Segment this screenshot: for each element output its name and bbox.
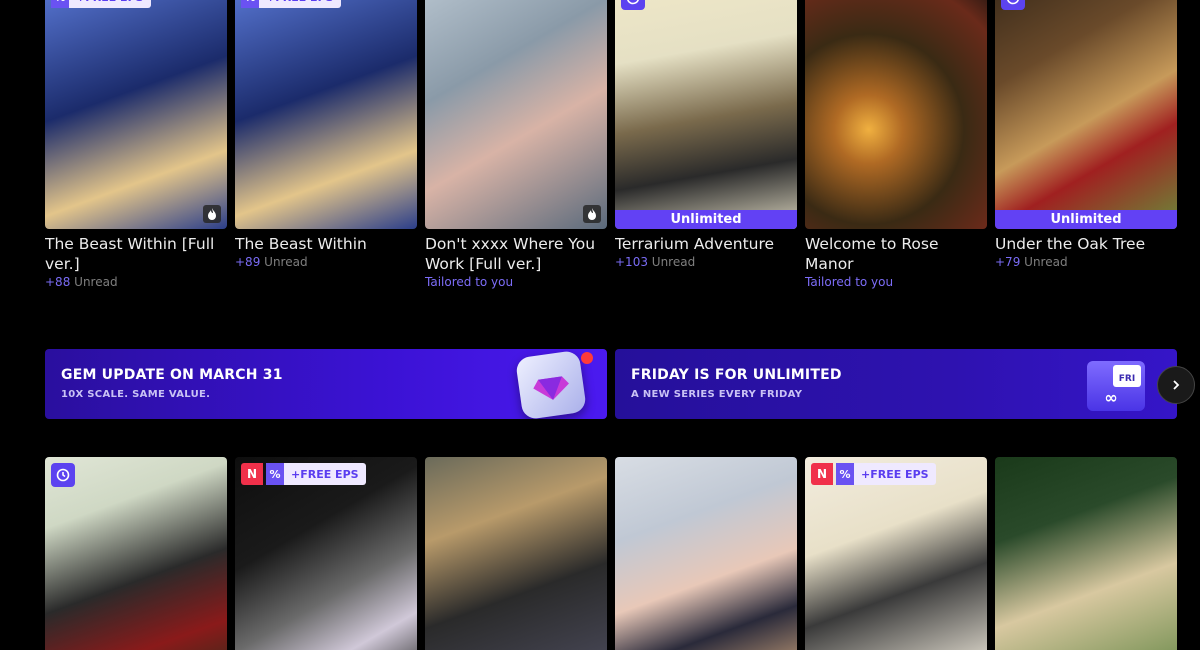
series-cover[interactable]: Unlimited: [995, 0, 1177, 229]
series-title[interactable]: Terrarium Adventure: [615, 234, 797, 254]
series-cover[interactable]: [805, 0, 987, 229]
unlimited-badge: Unlimited: [995, 210, 1177, 229]
banner-subtitle: 10X SCALE. SAME VALUE.: [61, 389, 211, 400]
series-cover[interactable]: [425, 0, 607, 229]
badge-group: % +FREE EPS: [241, 0, 341, 8]
discount-icon: %: [51, 0, 69, 8]
series-card[interactable]: % +FREE EPS The Beast Within [Full ver.]…: [45, 0, 227, 290]
fire-icon: [203, 205, 221, 223]
notification-dot: [581, 352, 593, 364]
series-card[interactable]: [615, 457, 797, 650]
free-eps-badge: +FREE EPS: [854, 463, 936, 485]
infinity-icon: ∞: [1104, 388, 1117, 407]
series-title[interactable]: Don't xxxx Where You Work [Full ver.]: [425, 234, 607, 274]
badge-group: % +FREE EPS: [51, 0, 151, 8]
series-title[interactable]: The Beast Within: [235, 234, 417, 254]
banner-title: GEM UPDATE ON MARCH 31: [61, 367, 283, 383]
free-eps-badge: +FREE EPS: [284, 463, 366, 485]
free-eps-badge: +FREE EPS: [259, 0, 341, 8]
series-title[interactable]: The Beast Within [Full ver.]: [45, 234, 227, 274]
series-cover[interactable]: [615, 457, 797, 650]
series-card[interactable]: [45, 457, 227, 650]
unread-count: +79 Unread: [995, 255, 1068, 269]
series-cover[interactable]: [995, 457, 1177, 650]
series-card[interactable]: [995, 457, 1177, 650]
unread-count: +89 Unread: [235, 255, 308, 269]
discount-icon: %: [836, 463, 854, 485]
series-row-bottom: N % +FREE EPS N % +FREE EPS: [45, 457, 1177, 650]
series-cover[interactable]: % +FREE EPS: [45, 0, 227, 229]
badge-group: [621, 0, 645, 10]
friday-unlimited-banner[interactable]: FRIDAY IS FOR UNLIMITED A NEW SERIES EVE…: [615, 349, 1177, 419]
unread-count: +88 Unread: [45, 275, 118, 289]
series-card[interactable]: N % +FREE EPS: [805, 457, 987, 650]
series-cover[interactable]: [425, 457, 607, 650]
gem-icon: [514, 349, 588, 419]
discount-icon: %: [241, 0, 259, 8]
unlimited-badge: Unlimited: [615, 210, 797, 229]
badge-group: N % +FREE EPS: [241, 463, 366, 485]
clock-icon: [621, 0, 645, 10]
series-cover[interactable]: N % +FREE EPS: [805, 457, 987, 650]
series-row-top: % +FREE EPS The Beast Within [Full ver.]…: [45, 0, 1177, 290]
series-title[interactable]: Under the Oak Tree: [995, 234, 1177, 254]
series-card[interactable]: Welcome to Rose Manor Tailored to you: [805, 0, 987, 290]
tailored-tag: Tailored to you: [425, 275, 514, 289]
free-eps-badge: +FREE EPS: [69, 0, 151, 8]
fire-icon: [583, 205, 601, 223]
tailored-tag: Tailored to you: [805, 275, 894, 289]
clock-icon: [1001, 0, 1025, 10]
series-cover[interactable]: Unlimited: [615, 0, 797, 229]
series-cover[interactable]: [45, 457, 227, 650]
series-cover[interactable]: % +FREE EPS: [235, 0, 417, 229]
series-card[interactable]: % +FREE EPS The Beast Within +89 Unread: [235, 0, 417, 290]
series-card[interactable]: Unlimited Under the Oak Tree +79 Unread: [995, 0, 1177, 290]
discount-icon: %: [266, 463, 284, 485]
badge-group: [51, 463, 75, 487]
carousel-next-button[interactable]: [1157, 366, 1195, 404]
chevron-right-icon: [1173, 380, 1180, 390]
calendar-icon: FRI ∞: [1087, 361, 1145, 411]
banner-title: FRIDAY IS FOR UNLIMITED: [631, 367, 842, 383]
new-badge: N: [241, 463, 263, 485]
series-cover[interactable]: N % +FREE EPS: [235, 457, 417, 650]
series-card[interactable]: N % +FREE EPS: [235, 457, 417, 650]
unread-count: +103 Unread: [615, 255, 696, 269]
badge-group: N % +FREE EPS: [811, 463, 936, 485]
calendar-label: FRI: [1119, 374, 1135, 384]
new-badge: N: [811, 463, 833, 485]
series-card[interactable]: Don't xxxx Where You Work [Full ver.] Ta…: [425, 0, 607, 290]
badge-group: [1001, 0, 1025, 10]
series-card[interactable]: [425, 457, 607, 650]
banner-subtitle: A NEW SERIES EVERY FRIDAY: [631, 389, 803, 400]
series-title[interactable]: Welcome to Rose Manor: [805, 234, 987, 274]
series-card[interactable]: Unlimited Terrarium Adventure +103 Unrea…: [615, 0, 797, 290]
gem-update-banner[interactable]: GEM UPDATE ON MARCH 31 10X SCALE. SAME V…: [45, 349, 607, 419]
clock-icon: [51, 463, 75, 487]
